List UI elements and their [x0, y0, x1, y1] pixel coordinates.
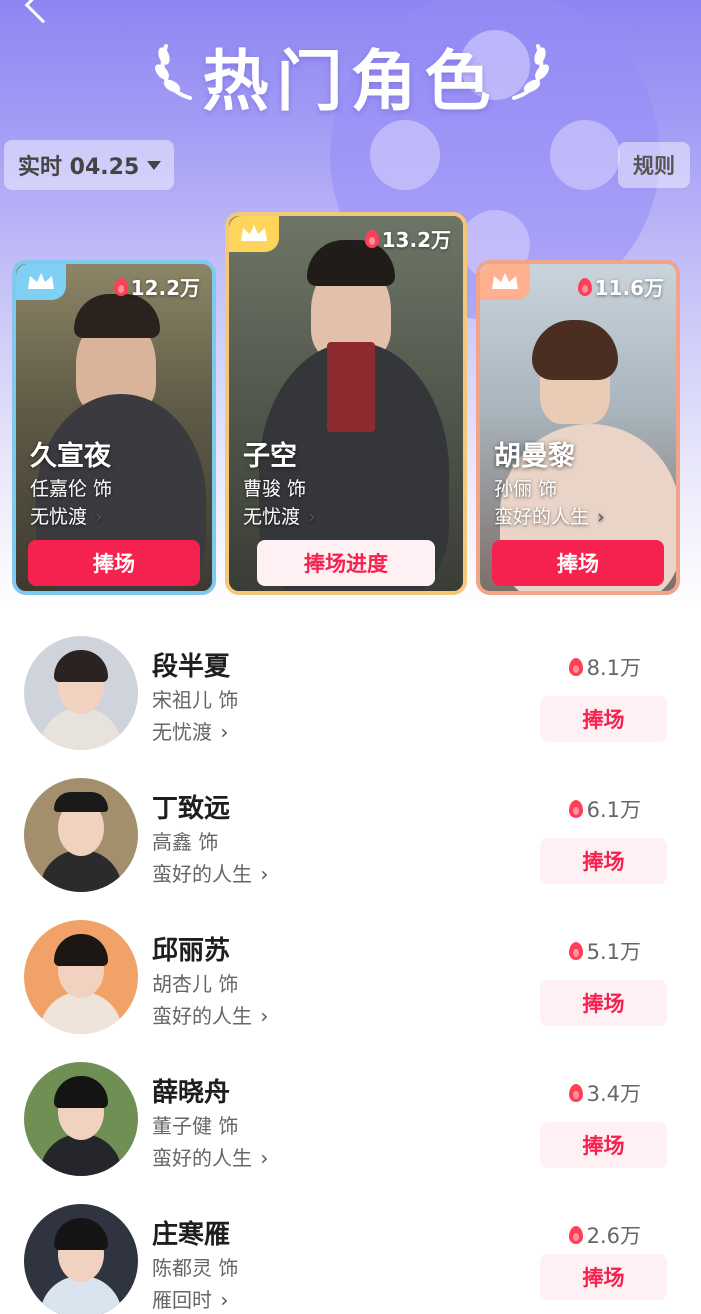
avatar: [24, 636, 138, 750]
actor-name: 任嘉伦 饰: [30, 478, 113, 500]
list-item[interactable]: 丁致远 高鑫 饰 蛮好的人生 › 6.1万 捧场: [0, 764, 701, 894]
character-name: 胡曼黎: [494, 441, 575, 472]
drama-link[interactable]: 蛮好的人生 ›: [494, 502, 605, 529]
actor-name: 宋祖儿 饰: [152, 688, 239, 712]
character-name: 薛晓舟: [152, 1078, 231, 1108]
character-name: 丁致远: [152, 794, 231, 824]
top-card-rank-3[interactable]: 11.6万 胡曼黎 孙俪 饰 蛮好的人生 › 捧场: [476, 260, 680, 595]
heat-count: 2.6万: [568, 1220, 641, 1250]
crown-icon: [16, 264, 66, 300]
back-arrow-icon[interactable]: [24, 0, 62, 24]
list-item[interactable]: 庄寒雁 陈都灵 饰 雁回时 › 2.6万 捧场: [0, 1190, 701, 1314]
heat-count: 8.1万: [568, 652, 641, 682]
flame-icon: [113, 277, 128, 296]
chevron-right-icon: ›: [89, 506, 103, 528]
drama-link[interactable]: 无忧渡 ›: [152, 716, 228, 745]
support-progress-button[interactable]: 捧场进度: [257, 540, 435, 586]
actor-name: 曹骏 饰: [243, 478, 307, 500]
list-item[interactable]: 薛晓舟 董子健 饰 蛮好的人生 › 3.4万 捧场: [0, 1048, 701, 1178]
character-name: 庄寒雁: [152, 1220, 231, 1250]
heat-count: 13.2万: [364, 224, 451, 253]
heat-count: 11.6万: [577, 272, 664, 301]
crown-icon: [229, 216, 279, 252]
flame-icon: [568, 800, 583, 818]
top-card-rank-2[interactable]: 12.2万 久宣夜 任嘉伦 饰 无忧渡 › 捧场: [12, 260, 216, 595]
chevron-right-icon: ›: [254, 862, 269, 886]
character-name: 段半夏: [152, 652, 231, 682]
flame-icon: [577, 277, 592, 296]
drama-link[interactable]: 雁回时 ›: [152, 1284, 228, 1313]
page-title: 热门角色: [202, 43, 499, 120]
chevron-right-icon: ›: [254, 1004, 269, 1028]
heat-count: 3.4万: [568, 1078, 641, 1108]
chevron-right-icon: ›: [214, 1288, 229, 1312]
support-button[interactable]: 捧场: [28, 540, 200, 586]
actor-name: 陈都灵 饰: [152, 1256, 239, 1280]
flame-icon: [568, 942, 583, 960]
chevron-right-icon: ›: [591, 506, 605, 528]
crown-icon: [480, 264, 530, 300]
flame-icon: [364, 229, 379, 248]
support-button[interactable]: 捧场: [492, 540, 664, 586]
drama-link[interactable]: 蛮好的人生 ›: [152, 858, 268, 887]
support-button[interactable]: 捧场: [540, 1122, 667, 1168]
support-button[interactable]: 捧场: [540, 838, 667, 884]
avatar: [24, 920, 138, 1034]
chevron-right-icon: ›: [214, 720, 229, 744]
actor-name: 高鑫 饰: [152, 830, 219, 854]
actor-name: 胡杏儿 饰: [152, 972, 239, 996]
support-button[interactable]: 捧场: [540, 980, 667, 1026]
character-name: 子空: [243, 441, 297, 472]
support-button[interactable]: 捧场: [540, 1254, 667, 1300]
avatar: [24, 1062, 138, 1176]
heat-count: 12.2万: [113, 272, 200, 301]
character-collar: [327, 342, 375, 432]
heat-count: 5.1万: [568, 936, 641, 966]
chevron-right-icon: ›: [254, 1146, 269, 1170]
rules-button[interactable]: 规则: [618, 142, 690, 188]
flame-icon: [568, 1084, 583, 1102]
list-item[interactable]: 邱丽苏 胡杏儿 饰 蛮好的人生 › 5.1万 捧场: [0, 906, 701, 1036]
actor-name: 孙俪 饰: [494, 478, 558, 500]
drama-link[interactable]: 无忧渡 ›: [30, 502, 103, 529]
avatar: [24, 778, 138, 892]
date-selector[interactable]: 实时 04.25: [4, 140, 174, 190]
top-card-rank-1[interactable]: 13.2万 子空 曹骏 饰 无忧渡 › 捧场进度: [225, 212, 467, 595]
heat-count: 6.1万: [568, 794, 641, 824]
flame-icon: [568, 658, 583, 676]
character-name: 邱丽苏: [152, 936, 231, 966]
flame-icon: [568, 1226, 583, 1244]
support-button[interactable]: 捧场: [540, 696, 667, 742]
date-label: 实时 04.25: [18, 155, 140, 180]
drama-link[interactable]: 蛮好的人生 ›: [152, 1142, 268, 1171]
avatar: [24, 1204, 138, 1314]
list-item[interactable]: 段半夏 宋祖儿 饰 无忧渡 › 8.1万 捧场: [0, 622, 701, 752]
chevron-right-icon: ›: [302, 506, 316, 528]
caret-down-icon: [147, 160, 162, 170]
drama-link[interactable]: 无忧渡 ›: [243, 502, 316, 529]
drama-link[interactable]: 蛮好的人生 ›: [152, 1000, 268, 1029]
actor-name: 董子健 饰: [152, 1114, 239, 1138]
character-name: 久宣夜: [30, 441, 111, 472]
